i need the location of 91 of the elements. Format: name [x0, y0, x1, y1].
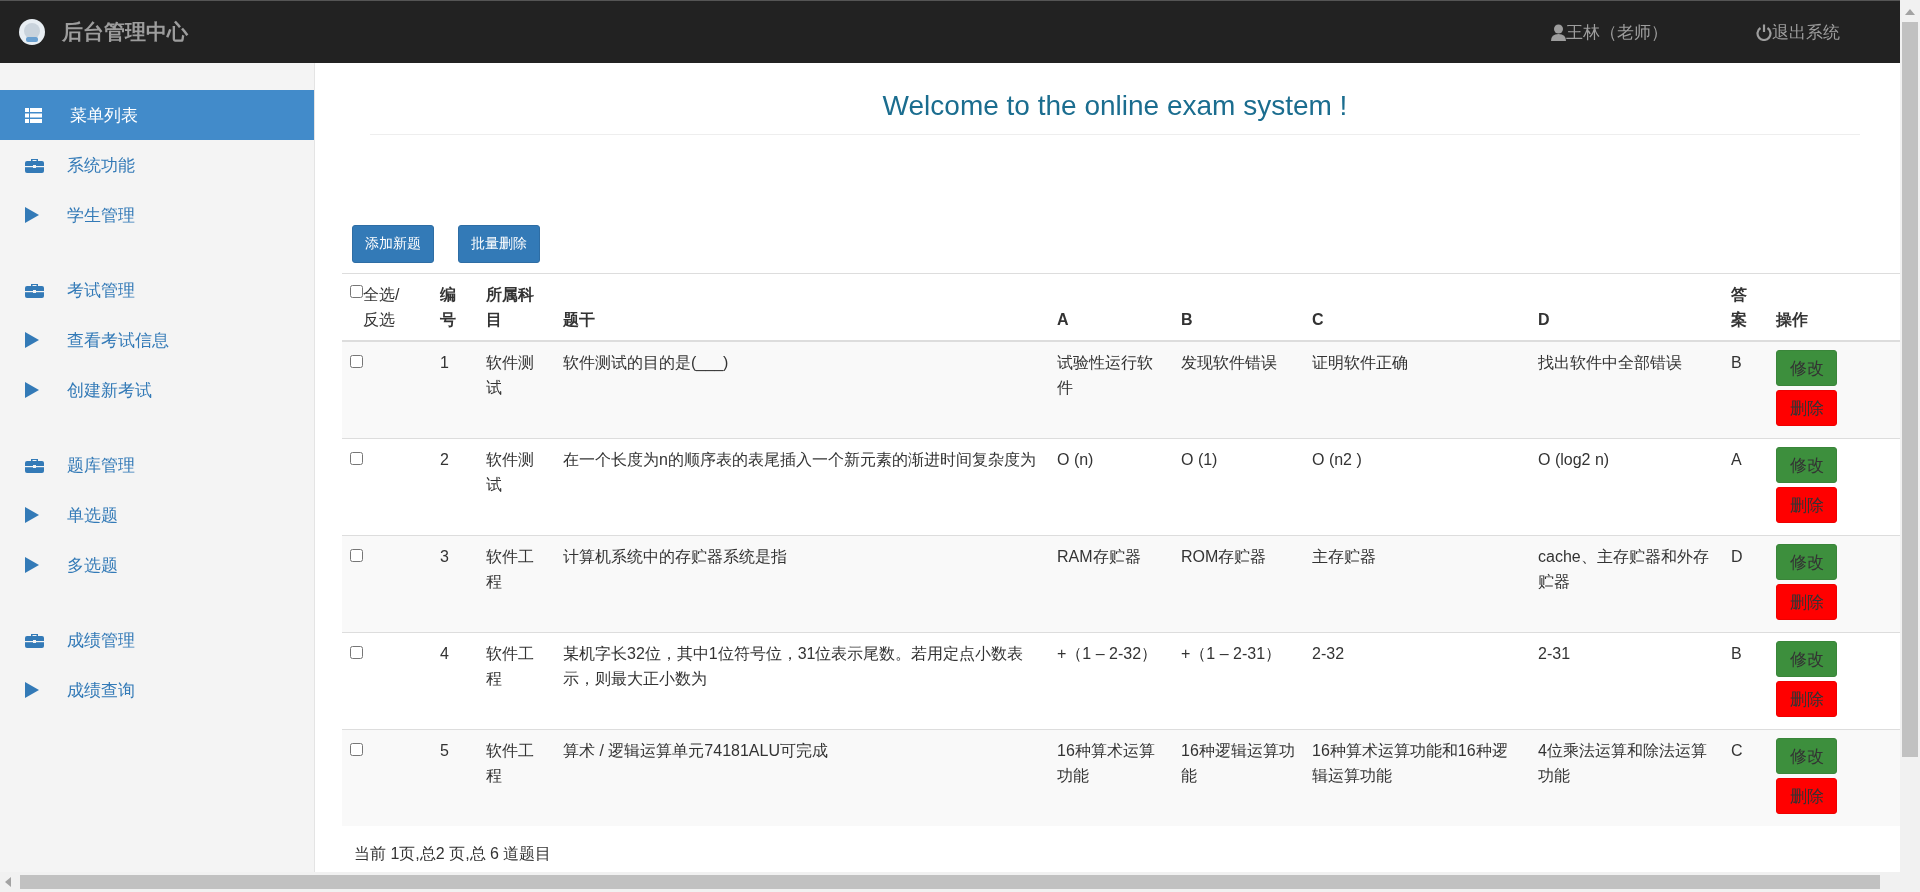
edit-button[interactable]: 修改: [1776, 641, 1837, 677]
sidebar-item[interactable]: 成绩管理: [0, 615, 314, 665]
briefcase-icon: [25, 282, 44, 298]
sidebar-item[interactable]: 成绩查询: [0, 665, 314, 715]
logo-icon: [18, 18, 46, 46]
row-checkbox[interactable]: [350, 355, 363, 368]
power-icon: [1756, 23, 1772, 41]
table-cell: 2: [440, 451, 449, 468]
table-cell: RAM存贮器: [1057, 548, 1141, 565]
delete-button[interactable]: 删除: [1776, 681, 1837, 717]
table-cell: 计算机系统中的存贮器系统是指: [563, 548, 787, 565]
select-all-label: 全选/反选: [363, 285, 401, 330]
edit-button[interactable]: 修改: [1776, 544, 1837, 580]
briefcase-icon: [25, 457, 44, 473]
table-cell: 3: [440, 548, 449, 565]
sidebar-item[interactable]: 考试管理: [0, 265, 314, 315]
delete-button[interactable]: 删除: [1776, 584, 1837, 620]
scrollbar-thumb[interactable]: [20, 875, 1880, 889]
table-cell: +（1 – 2-31）: [1181, 645, 1282, 662]
sidebar-item[interactable]: 学生管理: [0, 190, 314, 240]
table-cell: 发现软件错误: [1181, 354, 1277, 371]
table-cell: 4: [440, 645, 449, 662]
scrollbar-thumb[interactable]: [1902, 22, 1918, 757]
delete-button[interactable]: 删除: [1776, 390, 1837, 426]
table-cell: 证明软件正确: [1312, 354, 1408, 371]
sidebar-item[interactable]: 题库管理: [0, 440, 314, 490]
table-cell: 16种算术运算功能和16种逻辑运算功能: [1312, 742, 1508, 784]
play-icon: [25, 207, 39, 223]
table-cell: 1: [440, 354, 449, 371]
sidebar-item[interactable]: 多选题: [0, 540, 314, 590]
table-cell: B: [1731, 645, 1742, 662]
table-cell: 软件测试的目的是(___): [563, 354, 729, 371]
table-cell: +（1 – 2-32）: [1057, 645, 1158, 662]
play-icon: [25, 332, 39, 348]
table-cell: 16种逻辑运算功能: [1181, 742, 1295, 784]
table-cell: 软件工程: [486, 742, 534, 784]
user-icon: [1551, 23, 1566, 41]
table-cell: 主存贮器: [1312, 548, 1376, 565]
table-cell: ROM存贮器: [1181, 548, 1267, 565]
table-cell: 4位乘法运算和除法运算功能: [1538, 742, 1707, 784]
welcome-heading: Welcome to the online exam system !: [370, 63, 1860, 135]
table-cell: C: [1731, 742, 1743, 759]
table-cell: cache、主存贮器和外存贮器: [1538, 548, 1709, 590]
batch-delete-button[interactable]: 批量删除: [458, 225, 540, 263]
sidebar-item[interactable]: 单选题: [0, 490, 314, 540]
table-cell: 2-31: [1538, 645, 1571, 662]
delete-button[interactable]: 删除: [1776, 487, 1837, 523]
table-cell: 软件测试: [486, 354, 534, 396]
sidebar-item[interactable]: 菜单列表: [0, 90, 314, 140]
add-question-button[interactable]: 添加新题: [352, 225, 434, 263]
table-cell: 某机字长32位，其中1位符号位，31位表示尾数。若用定点小数表示，则最大正小数为: [563, 645, 1024, 687]
table-cell: 试验性运行软件: [1057, 354, 1153, 396]
select-all-checkbox[interactable]: [350, 285, 363, 298]
user-link[interactable]: 王林（老师）: [1551, 20, 1668, 44]
sidebar-item[interactable]: 创建新考试: [0, 365, 314, 415]
edit-button[interactable]: 修改: [1776, 447, 1837, 483]
table-cell: 算术 / 逻辑运算单元74181ALU可完成: [563, 742, 828, 759]
pagination-info: 当前 1页,总2 页,总 6 道题目: [354, 844, 552, 864]
logout-link[interactable]: 退出系统: [1756, 20, 1840, 44]
table-cell: A: [1731, 451, 1742, 468]
table-cell: O (n): [1057, 451, 1094, 468]
table-cell: O (n2 ): [1312, 451, 1362, 468]
briefcase-icon: [25, 157, 44, 173]
table-cell: D: [1731, 548, 1743, 565]
sidebar-item[interactable]: 查看考试信息: [0, 315, 314, 365]
play-icon: [25, 507, 39, 523]
table-cell: B: [1731, 354, 1742, 371]
play-icon: [25, 682, 39, 698]
app-title: 后台管理中心: [62, 19, 188, 45]
table-cell: 2-32: [1312, 645, 1345, 662]
row-checkbox[interactable]: [350, 549, 363, 562]
play-icon: [25, 382, 39, 398]
delete-button[interactable]: 删除: [1776, 778, 1837, 814]
table-cell: O (1): [1181, 451, 1218, 468]
sidebar-item[interactable]: 系统功能: [0, 140, 314, 190]
row-checkbox[interactable]: [350, 452, 363, 465]
row-checkbox[interactable]: [350, 743, 363, 756]
table-cell: 16种算术运算功能: [1057, 742, 1155, 784]
table-cell: 在一个长度为n的顺序表的表尾插入一个新元素的渐进时间复杂度为: [563, 451, 1036, 468]
table-cell: 软件工程: [486, 645, 534, 687]
table-cell: 软件测试: [486, 451, 534, 493]
play-icon: [25, 557, 39, 573]
edit-button[interactable]: 修改: [1776, 350, 1837, 386]
table-cell: 5: [440, 742, 449, 759]
edit-button[interactable]: 修改: [1776, 738, 1837, 774]
table-cell: 软件工程: [486, 548, 534, 590]
table-cell: 找出软件中全部错误: [1538, 354, 1682, 371]
row-checkbox[interactable]: [350, 646, 363, 659]
briefcase-icon: [25, 632, 44, 648]
table-cell: O (log2 n): [1538, 451, 1610, 468]
list-icon: [25, 107, 42, 123]
